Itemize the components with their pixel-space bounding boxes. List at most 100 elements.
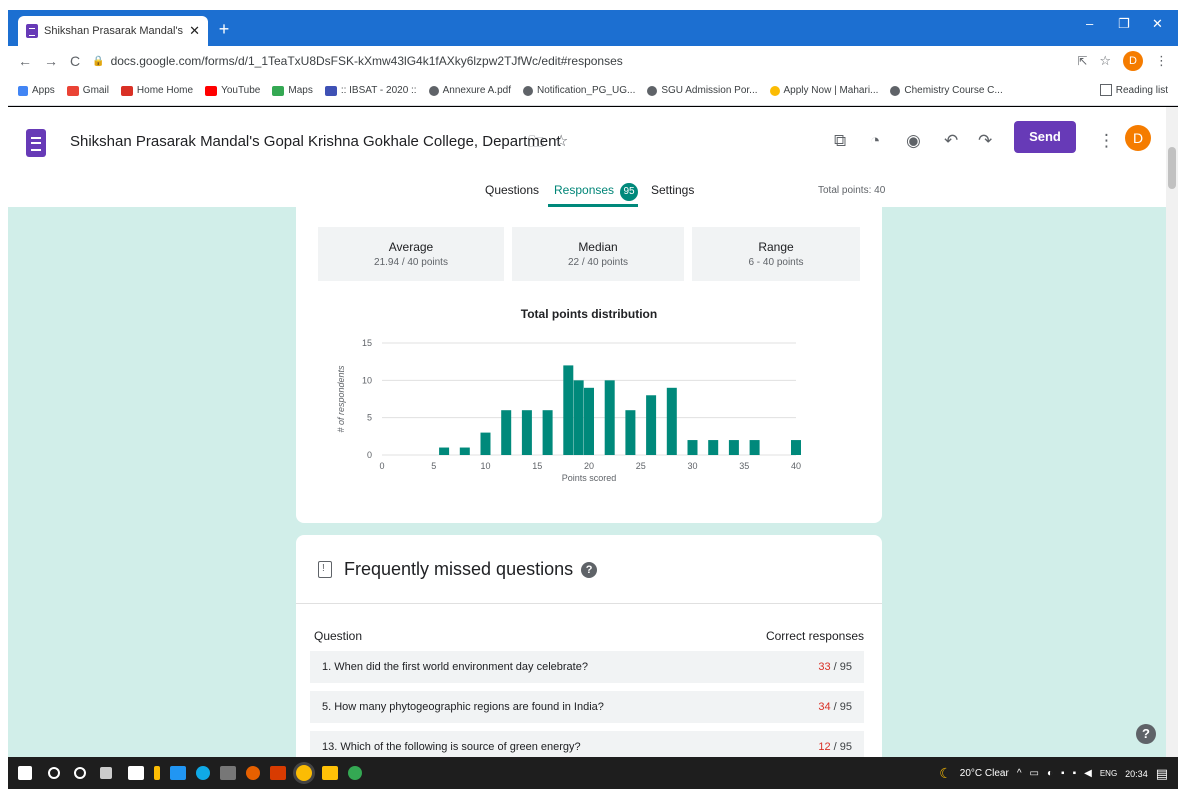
office-icon[interactable]: [270, 766, 286, 780]
table-row[interactable]: 1. When did the first world environment …: [310, 651, 864, 683]
lock-icon: 🔒: [92, 55, 105, 67]
folder-icon[interactable]: 🗀: [528, 131, 544, 158]
forward-icon[interactable]: →: [44, 53, 58, 69]
redo-icon[interactable]: ↷: [978, 131, 992, 151]
ibsat-icon: [324, 85, 337, 96]
task-view-icon[interactable]: [100, 767, 112, 779]
undo-icon[interactable]: ↶: [944, 131, 958, 151]
file-explorer-icon[interactable]: [322, 766, 338, 780]
tray-app-icon[interactable]: ▪: [1061, 768, 1065, 779]
chrome-profile-icon[interactable]: [348, 766, 362, 780]
bookmark-item[interactable]: Maps: [272, 85, 313, 96]
new-tab-icon[interactable]: +: [214, 20, 234, 40]
windows-start-icon[interactable]: [18, 766, 32, 780]
network-icon[interactable]: ▭: [1030, 768, 1039, 779]
bookmark-item[interactable]: Notification_PG_UG...: [522, 85, 635, 96]
account-avatar[interactable]: D: [1125, 125, 1151, 151]
back-icon[interactable]: ←: [18, 53, 32, 69]
browser-window: Shikshan Prasarak Mandal's Gop ✕ + – ❐ ✕…: [8, 10, 1178, 789]
title-bar: Shikshan Prasarak Mandal's Gop ✕ + – ❐ ✕: [8, 10, 1178, 46]
more-options-icon[interactable]: ⋮: [1098, 131, 1115, 151]
search-icon[interactable]: [48, 767, 60, 779]
insights-card: Average 21.94 / 40 points Median 22 / 40…: [296, 207, 882, 523]
tab-questions[interactable]: Questions: [485, 183, 539, 197]
y-axis-label: # of respondents: [336, 365, 346, 433]
forms-header: Shikshan Prasarak Mandal's Gopal Krishna…: [8, 107, 1178, 207]
store-icon[interactable]: [128, 766, 144, 780]
close-icon[interactable]: ✕: [189, 23, 200, 39]
scrollbar-thumb[interactable]: [1168, 147, 1176, 189]
tab-settings[interactable]: Settings: [651, 183, 694, 197]
bar: [459, 447, 470, 455]
bar: [666, 387, 677, 455]
table-row[interactable]: 13. Which of the following is source of …: [310, 731, 864, 757]
bookmark-item[interactable]: Apply Now | Mahari...: [769, 85, 878, 96]
x-tick-label: 15: [532, 461, 542, 471]
google-forms-logo-icon[interactable]: [26, 129, 46, 157]
form-title[interactable]: Shikshan Prasarak Mandal's Gopal Krishna…: [70, 133, 561, 150]
bar: [573, 380, 584, 455]
clipboard-alert-icon: [318, 561, 332, 578]
volume-icon[interactable]: ◐: [1047, 768, 1053, 779]
stat-value: 22 / 40 points: [567, 257, 629, 268]
firefox-icon[interactable]: [246, 766, 260, 780]
speaker-icon[interactable]: ◀: [1084, 768, 1092, 779]
y-tick-label: 15: [362, 338, 372, 348]
preview-eye-icon[interactable]: ◉: [906, 131, 921, 151]
points-distribution-chart: 0 5 10 15 0 5 10 15 20 25 30 35 40 Points scored # of …: [336, 338, 801, 483]
table-row[interactable]: 5. How many phytogeographic regions are …: [310, 691, 864, 723]
menu-icon[interactable]: ⋮: [1155, 53, 1168, 69]
palette-icon[interactable]: ◔: [870, 131, 880, 151]
tab-responses[interactable]: Responses 95: [554, 183, 639, 201]
bookmark-item[interactable]: YouTube: [205, 85, 260, 96]
minimize-icon[interactable]: –: [1086, 16, 1093, 31]
bookmark-item[interactable]: Home Home: [120, 85, 193, 96]
weather-text[interactable]: 20°C Clear: [960, 768, 1009, 779]
cortana-icon[interactable]: [74, 767, 86, 779]
bar: [542, 410, 553, 455]
language-indicator[interactable]: ENG: [1100, 769, 1117, 778]
youtube-icon: [120, 85, 133, 96]
edge-icon[interactable]: [196, 766, 210, 780]
bookmark-item[interactable]: :: IBSAT - 2020 ::: [324, 85, 417, 96]
app-icon[interactable]: [154, 766, 160, 780]
bookmark-item[interactable]: Annexure A.pdf: [428, 85, 511, 96]
bar: [521, 410, 532, 455]
clock[interactable]: 20:34: [1125, 769, 1148, 779]
install-icon[interactable]: ⇱: [1077, 54, 1087, 68]
chemistry-icon: [890, 85, 901, 96]
bar: [439, 447, 450, 455]
maximize-icon[interactable]: ❐: [1118, 16, 1130, 32]
total-points-label: Total points: 40: [818, 185, 886, 196]
bar: [646, 395, 657, 455]
reading-list-button[interactable]: Reading list: [1099, 84, 1168, 96]
bookmark-item[interactable]: Chemistry Course C...: [890, 85, 1003, 96]
browser-tab[interactable]: Shikshan Prasarak Mandal's Gop ✕: [18, 16, 208, 46]
addon-puzzle-icon[interactable]: ⧉: [834, 131, 846, 151]
reload-icon[interactable]: C: [70, 53, 80, 69]
profile-avatar[interactable]: D: [1123, 51, 1143, 71]
notifications-icon[interactable]: ▤: [1156, 766, 1168, 782]
mail-icon[interactable]: [170, 766, 186, 780]
bookmark-item[interactable]: Gmail: [66, 85, 109, 96]
bookmark-item[interactable]: SGU Admission Por...: [647, 85, 758, 96]
globe-icon: [428, 85, 439, 96]
help-fab-icon[interactable]: ?: [1136, 724, 1156, 744]
star-icon[interactable]: ☆: [554, 131, 568, 151]
globe-icon: [647, 85, 658, 96]
send-button[interactable]: Send: [1014, 121, 1076, 153]
bookmark-star-icon[interactable]: ☆: [1099, 53, 1111, 69]
system-tray: ☾ 20°C Clear ^ ▭ ◐ ▪ ▪ ◀ ENG 20:34 ▤: [939, 765, 1168, 782]
help-icon[interactable]: ?: [581, 561, 598, 578]
url-field[interactable]: docs.google.com/forms/d/1_1TeaTxU8DsFSK-…: [111, 54, 623, 68]
y-tick-label: 10: [362, 375, 372, 385]
tray-chevron-icon[interactable]: ^: [1017, 768, 1022, 779]
tray-app-icon[interactable]: ▪: [1073, 768, 1077, 779]
window-close-icon[interactable]: ✕: [1152, 16, 1163, 32]
x-tick-label: 40: [791, 461, 801, 471]
bookmark-item[interactable]: Apps: [18, 85, 55, 96]
calculator-icon[interactable]: [220, 766, 236, 780]
chrome-icon[interactable]: [296, 765, 312, 781]
page-scrollbar[interactable]: [1166, 107, 1178, 757]
y-tick-label: 0: [367, 450, 372, 460]
